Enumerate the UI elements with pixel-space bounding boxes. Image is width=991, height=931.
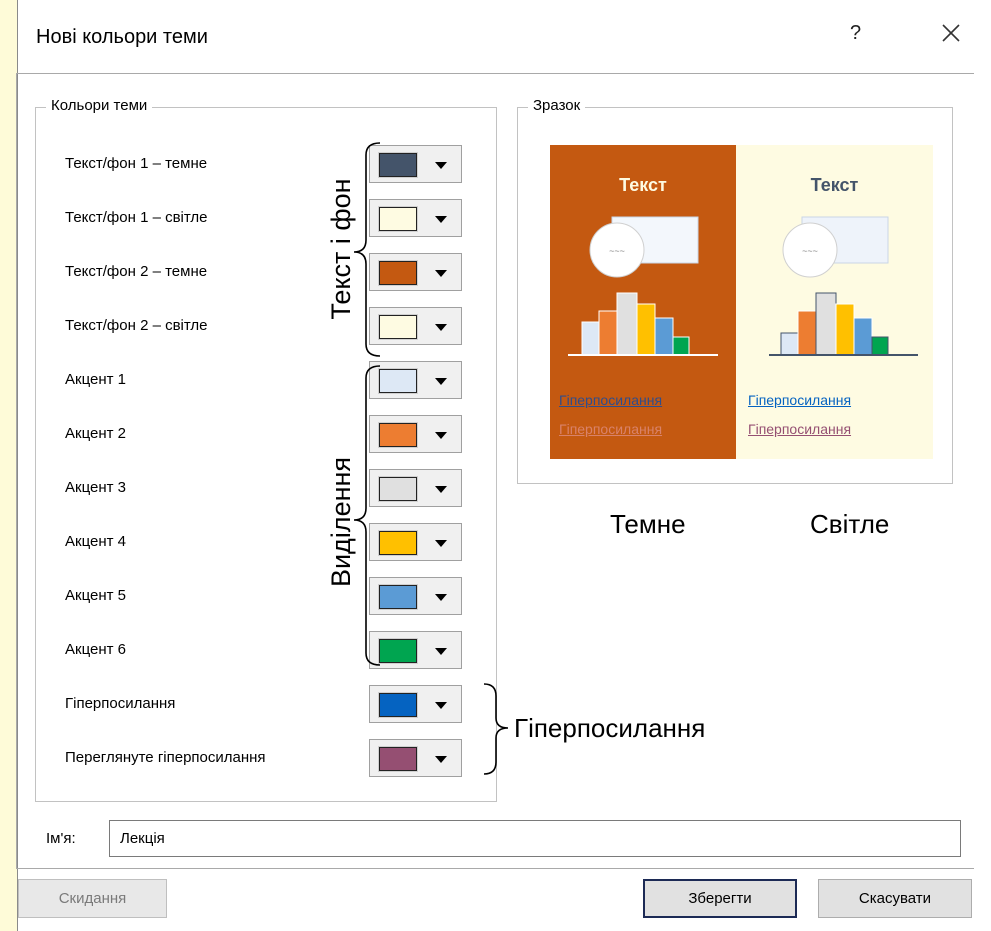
color-picker-accent-2[interactable]: [369, 415, 462, 453]
cancel-button[interactable]: Скасувати: [818, 879, 972, 918]
color-picker-accent-6[interactable]: [369, 631, 462, 669]
label-text-bg-1-light: Текст/фон 1 – світле: [65, 209, 208, 226]
sample-dark-visited-hyperlink: Гіперпосилання: [559, 421, 663, 437]
color-swatch: [378, 584, 418, 610]
annotation-light: Світле: [810, 509, 890, 539]
close-icon: [942, 24, 960, 42]
color-swatch: [378, 314, 418, 340]
close-button[interactable]: [938, 20, 964, 46]
color-picker-text-bg-1-light[interactable]: [369, 199, 462, 237]
color-picker-accent-5[interactable]: [369, 577, 462, 615]
reset-button[interactable]: Скидання: [18, 879, 167, 918]
sample-light-shapes-icon: ~~~: [769, 216, 918, 356]
dropdown-arrow-icon: [435, 756, 447, 763]
dropdown-arrow-icon: [435, 540, 447, 547]
label-text-bg-2-light: Текст/фон 2 – світле: [65, 317, 208, 334]
sample-dark-preview: Текст ~~~ Гіперпосилання Гіперпосилання: [550, 145, 736, 459]
label-accent-3: Акцент 3: [65, 479, 126, 496]
sample-dark-hyperlink: Гіперпосилання: [559, 392, 663, 408]
color-swatch: [378, 260, 418, 286]
dropdown-arrow-icon: [435, 216, 447, 223]
dropdown-arrow-icon: [435, 270, 447, 277]
label-accent-2: Акцент 2: [65, 425, 126, 442]
color-picker-text-bg-1-dark[interactable]: [369, 145, 462, 183]
color-swatch: [378, 206, 418, 232]
label-followed-hyperlink: Переглянуте гіперпосилання: [65, 749, 266, 766]
sample-dark-shapes-icon: ~~~: [568, 216, 718, 356]
color-swatch: [378, 692, 418, 718]
annotation-text-and-background: Текст і фон: [326, 178, 356, 320]
title-bar: Нові кольори теми ?: [18, 0, 991, 70]
dropdown-arrow-icon: [435, 324, 447, 331]
sample-light-visited-hyperlink: Гіперпосилання: [748, 421, 852, 437]
name-label: Ім'я:: [46, 830, 76, 847]
color-picker-accent-3[interactable]: [369, 469, 462, 507]
sample-caption: Зразок: [528, 97, 586, 114]
theme-colors-caption: Кольори теми: [46, 97, 153, 114]
color-swatch: [378, 422, 418, 448]
color-swatch: [378, 530, 418, 556]
label-accent-4: Акцент 4: [65, 533, 126, 550]
label-text-bg-1-dark: Текст/фон 1 – темне: [65, 155, 208, 172]
color-swatch: [378, 152, 418, 178]
svg-text:~~~: ~~~: [802, 246, 818, 256]
dropdown-arrow-icon: [435, 486, 447, 493]
dropdown-arrow-icon: [435, 702, 447, 709]
dialog-title: Нові кольори теми: [36, 26, 208, 48]
label-hyperlink: Гіперпосилання: [65, 695, 176, 712]
name-input[interactable]: [109, 820, 961, 857]
save-button[interactable]: Зберегти: [643, 879, 797, 918]
label-accent-5: Акцент 5: [65, 587, 126, 604]
dropdown-arrow-icon: [435, 378, 447, 385]
color-swatch: [378, 746, 418, 772]
dropdown-arrow-icon: [435, 648, 447, 655]
color-picker-text-bg-2-light[interactable]: [369, 307, 462, 345]
help-button[interactable]: ?: [850, 22, 861, 45]
sample-light-preview: Текст ~~~ Гіперпосилання Гіперпосилання: [736, 145, 933, 459]
color-picker-accent-4[interactable]: [369, 523, 462, 561]
color-swatch: [378, 638, 418, 664]
annotation-accents: Виділення: [326, 456, 356, 588]
label-accent-1: Акцент 1: [65, 371, 126, 388]
annotation-dark: Темне: [610, 509, 686, 539]
label-text-bg-2-dark: Текст/фон 2 – темне: [65, 263, 208, 280]
dropdown-arrow-icon: [435, 432, 447, 439]
sample-light-hyperlink: Гіперпосилання: [748, 392, 852, 408]
label-accent-6: Акцент 6: [65, 641, 126, 658]
color-picker-hyperlink[interactable]: [369, 685, 462, 723]
color-picker-accent-1[interactable]: [369, 361, 462, 399]
dropdown-arrow-icon: [435, 594, 447, 601]
color-swatch: [378, 368, 418, 394]
color-swatch: [378, 476, 418, 502]
svg-text:~~~: ~~~: [609, 246, 625, 256]
annotation-hyperlinks: Гіперпосилання: [514, 713, 706, 743]
color-picker-text-bg-2-dark[interactable]: [369, 253, 462, 291]
dropdown-arrow-icon: [435, 162, 447, 169]
color-picker-followed-hyperlink[interactable]: [369, 739, 462, 777]
